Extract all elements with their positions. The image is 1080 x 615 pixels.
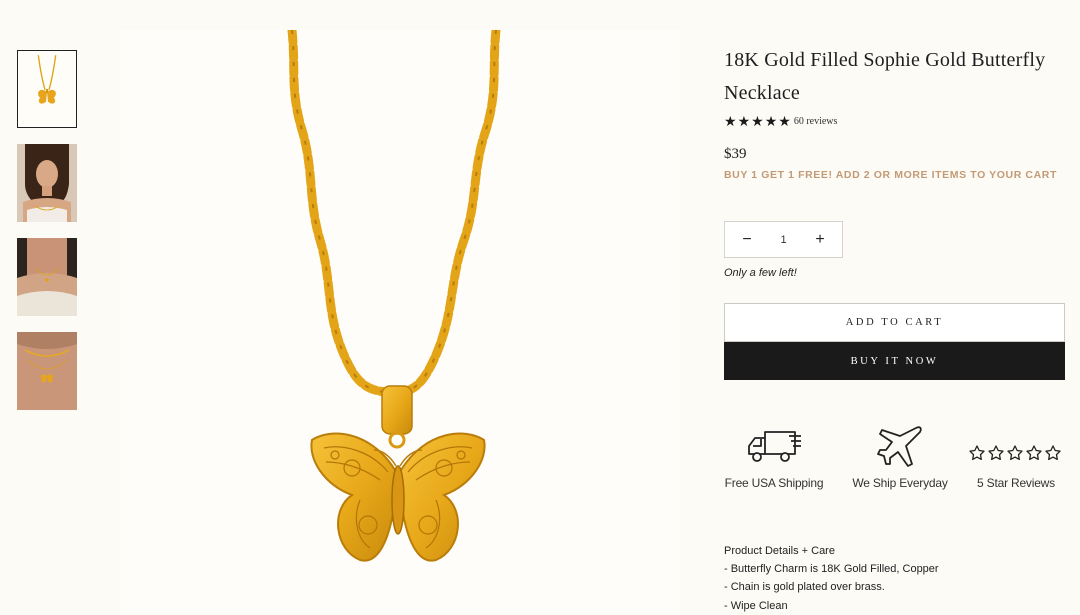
feature-five-star: 5 Star Reviews	[966, 424, 1066, 490]
review-count[interactable]: 60 reviews	[794, 116, 838, 127]
details-line: - Butterfly Charm is 18K Gold Filled, Co…	[724, 563, 939, 576]
feature-free-shipping: Free USA Shipping	[724, 424, 824, 490]
thumbnail-layered-necklaces[interactable]	[17, 332, 77, 410]
details-heading: Product Details + Care	[724, 545, 835, 557]
truck-icon	[748, 431, 801, 462]
product-info: 18K Gold Filled Sophie Gold Butterfly Ne…	[724, 44, 1066, 380]
stock-note: Only a few left!	[724, 267, 797, 279]
feature-ship-everyday: We Ship Everyday	[850, 424, 950, 490]
necklace-thumbnail-image	[18, 51, 76, 127]
butterfly-necklace-image	[287, 30, 501, 562]
star-filled-icon: ★	[764, 113, 778, 129]
star-rating: ★ ★ ★ ★ ★	[724, 114, 791, 128]
thumbnail-model-portrait[interactable]	[17, 144, 77, 222]
product-details: Product Details + Care - Butterfly Charm…	[724, 542, 1066, 615]
add-to-cart-button[interactable]: ADD TO CART	[724, 303, 1065, 342]
details-line: - Wipe Clean	[724, 599, 788, 612]
quantity-increase-button[interactable]: +	[814, 231, 826, 249]
product-page: 18K Gold Filled Sophie Gold Butterfly Ne…	[0, 0, 1080, 615]
promo-message: BUY 1 GET 1 FREE! ADD 2 OR MORE ITEMS TO…	[724, 169, 1057, 181]
product-title: 18K Gold Filled Sophie Gold Butterfly Ne…	[724, 44, 1066, 110]
rating-row[interactable]: ★ ★ ★ ★ ★ 60 reviews	[724, 112, 1066, 130]
model-portrait-image	[17, 144, 77, 222]
neck-closeup-image	[17, 238, 77, 316]
quantity-decrease-button[interactable]: −	[741, 231, 753, 249]
star-filled-icon: ★	[724, 113, 737, 129]
star-filled-icon: ★	[737, 113, 751, 129]
thumbnail-gallery	[17, 50, 77, 426]
feature-label: Free USA Shipping	[724, 476, 824, 490]
buy-it-now-button[interactable]: BUY IT NOW	[724, 342, 1065, 380]
main-product-image[interactable]	[120, 30, 680, 615]
feature-label: We Ship Everyday	[852, 476, 948, 490]
quantity-value[interactable]: 1	[780, 234, 786, 246]
feature-label: 5 Star Reviews	[977, 476, 1055, 490]
feature-badges: Free USA Shipping We Ship Everyday 5 Sta…	[724, 424, 1066, 504]
product-price: $39	[724, 146, 747, 162]
product-title-line2: Necklace	[724, 82, 800, 104]
layered-necklaces-image	[17, 332, 77, 410]
thumbnail-necklace[interactable]	[17, 50, 77, 128]
quantity-stepper: − 1 +	[724, 221, 843, 258]
star-filled-icon: ★	[778, 113, 791, 129]
star-filled-icon: ★	[751, 113, 764, 129]
five-stars-icon	[969, 445, 1061, 461]
thumbnail-neck-closeup[interactable]	[17, 238, 77, 316]
airplane-icon	[877, 426, 922, 467]
product-title-line1: 18K Gold Filled Sophie Gold Butterfly	[724, 49, 1046, 71]
details-line: - Chain is gold plated over brass.	[724, 581, 885, 594]
